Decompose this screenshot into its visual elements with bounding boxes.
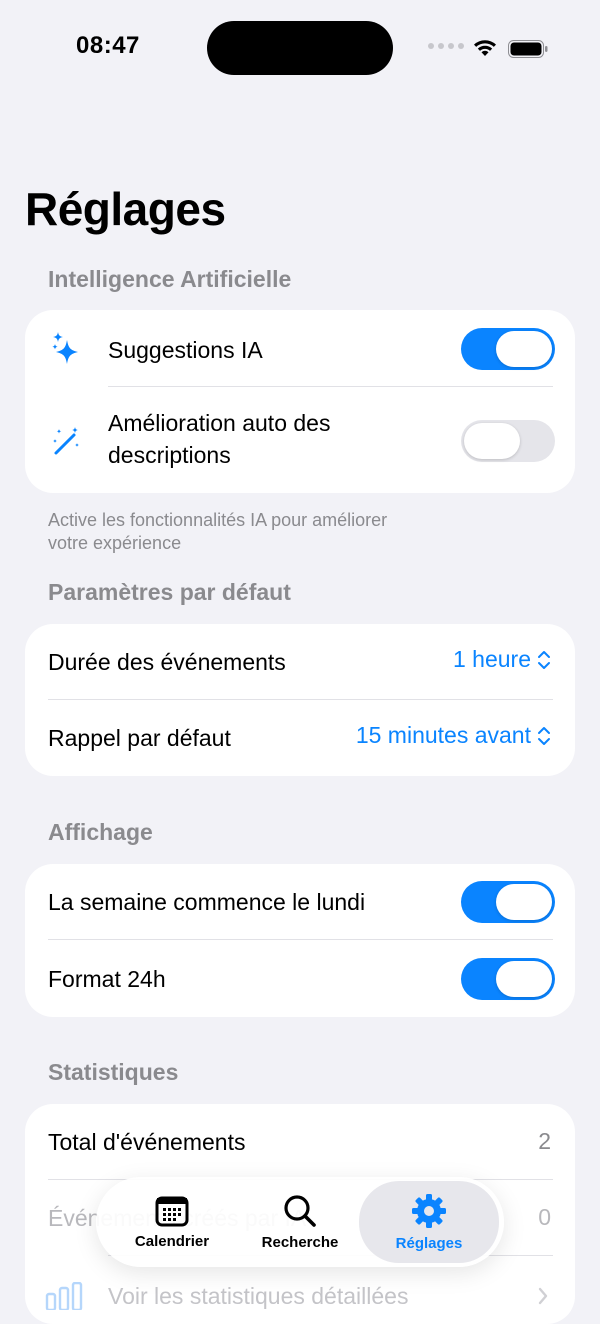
event-duration-picker[interactable]: 1 heure <box>453 646 551 673</box>
event-duration-value: 1 heure <box>452 646 531 672</box>
sparkles-icon <box>52 332 78 364</box>
row-24h-format: Format 24h <box>25 940 575 1017</box>
chevron-right-icon <box>538 1287 548 1305</box>
default-reminder-label: Rappel par défaut <box>48 725 231 751</box>
section-header-display: Affichage <box>48 819 153 845</box>
row-event-duration[interactable]: Durée des événements 1 heure <box>25 624 575 700</box>
auto-description-label-line1: Amélioration auto des <box>108 410 331 436</box>
auto-description-toggle[interactable] <box>461 420 555 462</box>
default-reminder-value: 15 minutes avant <box>355 722 531 748</box>
toggle-knob <box>496 884 552 920</box>
tab-bar: Calendrier Recherche Réglages <box>96 1177 504 1267</box>
chevron-up-down-icon <box>538 726 550 745</box>
ai-footnote-line2: votre expérience <box>48 533 182 553</box>
ai-created-events-value: 0 <box>538 1204 551 1230</box>
detailed-stats-label: Voir les statistiques détaillées <box>108 1283 409 1309</box>
default-reminder-picker[interactable]: 15 minutes avant <box>356 722 551 749</box>
wifi-icon <box>474 40 496 56</box>
tab-search-label: Recherche <box>261 1233 339 1251</box>
section-header-stats: Statistiques <box>48 1059 179 1085</box>
status-time: 08:47 <box>76 32 140 59</box>
24h-format-toggle[interactable] <box>461 958 555 1000</box>
week-starts-monday-label: La semaine commence le lundi <box>48 889 366 915</box>
row-default-reminder[interactable]: Rappel par défaut 15 minutes avant <box>25 700 575 776</box>
toggle-knob <box>496 331 552 367</box>
status-indicators <box>428 36 548 60</box>
ai-settings-card: Suggestions IA Amélioration auto des des… <box>25 310 575 493</box>
calendar-icon <box>155 1196 189 1226</box>
total-events-value: 2 <box>538 1128 551 1154</box>
total-events-label: Total d'événements <box>48 1129 246 1155</box>
ai-suggestions-toggle[interactable] <box>461 328 555 370</box>
ai-suggestions-label: Suggestions IA <box>108 337 263 363</box>
event-duration-label: Durée des événements <box>48 649 286 675</box>
page-title: Réglages <box>25 183 226 235</box>
tab-calendar[interactable]: Calendrier <box>116 1181 228 1263</box>
display-card: La semaine commence le lundi Format 24h <box>25 864 575 1017</box>
gear-icon <box>412 1193 446 1228</box>
toggle-knob <box>496 961 552 997</box>
24h-format-label: Format 24h <box>48 966 166 992</box>
dynamic-island <box>207 21 393 75</box>
magnifier-icon <box>284 1194 316 1227</box>
toggle-knob <box>464 423 520 459</box>
row-ai-suggestions: Suggestions IA <box>25 310 575 387</box>
week-starts-monday-toggle[interactable] <box>461 881 555 923</box>
magic-wand-icon <box>53 427 79 455</box>
auto-description-label-line2: descriptions <box>108 442 231 468</box>
tab-settings[interactable]: Réglages <box>359 1181 499 1263</box>
tab-settings-label: Réglages <box>395 1234 463 1252</box>
chevron-up-down-icon <box>538 650 550 669</box>
defaults-card: Durée des événements 1 heure Rappel par … <box>25 624 575 776</box>
battery-icon <box>508 40 548 58</box>
row-total-events: Total d'événements 2 <box>25 1104 575 1180</box>
tab-search[interactable]: Recherche <box>244 1181 356 1263</box>
bar-chart-icon <box>45 1282 83 1310</box>
section-header-ai: Intelligence Artificielle <box>48 266 292 292</box>
row-auto-description: Amélioration auto des descriptions <box>25 387 575 493</box>
row-week-starts-monday: La semaine commence le lundi <box>25 864 575 940</box>
section-header-defaults: Paramètres par défaut <box>48 579 291 605</box>
tab-calendar-label: Calendrier <box>134 1232 210 1250</box>
cellular-signal-icon <box>428 43 464 49</box>
